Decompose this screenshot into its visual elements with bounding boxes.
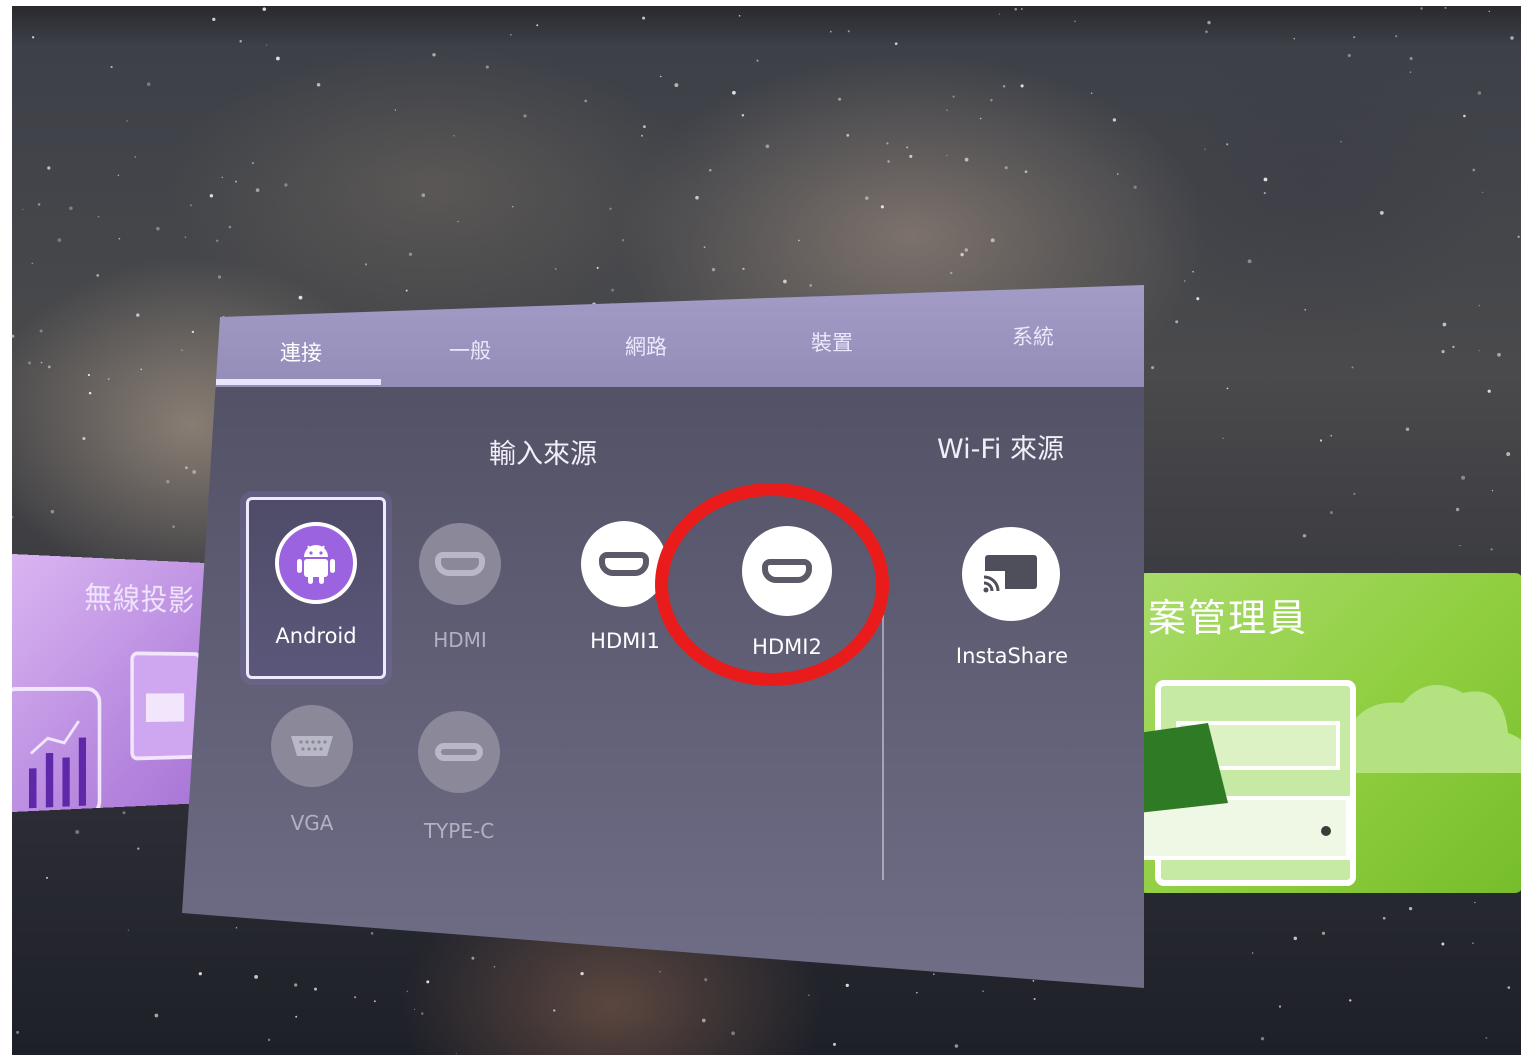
settings-panel: 連接 一般 網路 裝置 系統 輸入來源 Wi-Fi 來源 Android HDM…	[182, 285, 1144, 988]
hdmi2-highlight-ring	[655, 483, 889, 686]
source-vga-label: VGA	[290, 811, 334, 835]
input-source-heading: 輸入來源	[489, 439, 597, 470]
source-hdmi[interactable]: HDMI	[410, 523, 510, 653]
section-divider	[882, 615, 884, 880]
source-hdmi-label: HDMI	[433, 628, 487, 652]
phone-chart-illustration	[12, 554, 215, 812]
android-robot-glyph	[297, 545, 335, 584]
hdmi-icon	[419, 523, 501, 605]
source-android[interactable]: Android	[246, 497, 386, 679]
source-instashare[interactable]: InstaShare	[942, 527, 1082, 668]
tab-device[interactable]: 裝置	[811, 327, 853, 357]
file-manager-card[interactable]: 案管理員	[1138, 573, 1521, 893]
hdmi-icon	[581, 521, 667, 607]
wifi-source-heading: Wi-Fi 來源	[937, 434, 1064, 465]
android-icon	[275, 522, 357, 604]
usb-c-icon	[418, 711, 500, 793]
source-hdmi1-label: HDMI1	[590, 629, 660, 653]
source-type-c[interactable]: TYPE-C	[404, 711, 514, 851]
vga-icon	[271, 705, 353, 787]
tab-system[interactable]: 系統	[1012, 321, 1054, 351]
active-tab-indicator	[216, 379, 381, 385]
photo-background: 無線投影 案管理員 連接 一般 網路 裝置 系統 輸入來源 Wi-Fi 來源 A…	[12, 6, 1521, 1055]
source-vga[interactable]: VGA	[262, 705, 362, 845]
tab-network[interactable]: 網路	[625, 331, 667, 361]
cast-icon	[962, 527, 1060, 621]
cast-screen-glyph	[981, 555, 1037, 595]
file-cabinet-cloud-illustration	[1138, 680, 1521, 886]
tab-connect[interactable]: 連接	[280, 337, 322, 367]
vga-port-glyph	[291, 736, 333, 756]
tab-general[interactable]: 一般	[449, 335, 491, 365]
source-type-c-label: TYPE-C	[423, 819, 495, 843]
wireless-projection-card[interactable]: 無線投影	[12, 554, 215, 812]
source-android-label: Android	[275, 624, 357, 648]
source-instashare-label: InstaShare	[955, 644, 1069, 668]
